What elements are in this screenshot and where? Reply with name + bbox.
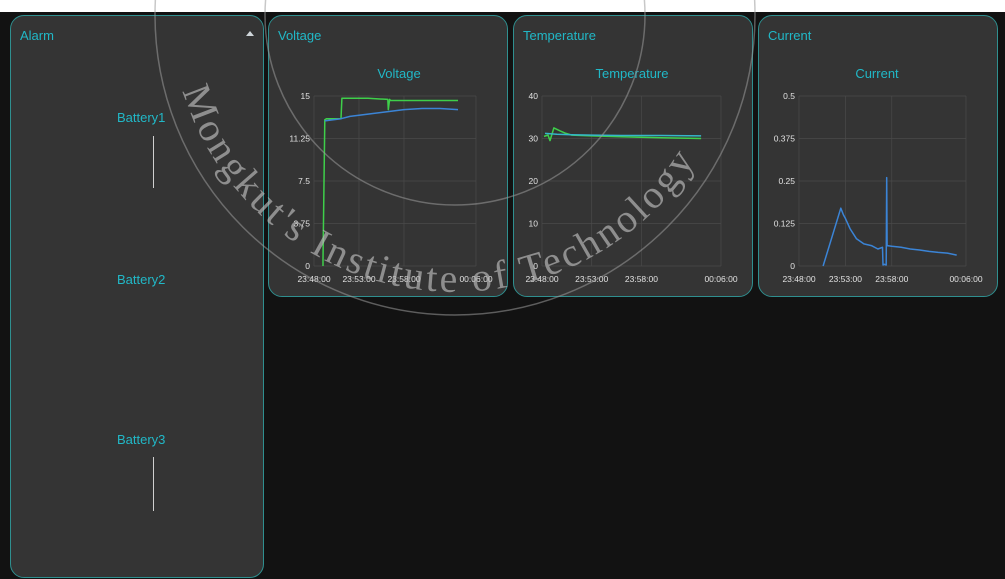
temperature-y-tick-label: 10 (529, 219, 539, 229)
current-y-tick-label: 0.125 (774, 219, 796, 229)
voltage-y-tick-label: 0 (305, 261, 310, 271)
temperature-x-tick-label: 23:58:00 (625, 274, 658, 284)
current-panel: Current Current 0 0.125 0.25 0.375 0.5 23:48:0… (758, 15, 998, 297)
current-chart-title: Current (855, 66, 899, 81)
voltage-x-tick-label: 23:48:00 (297, 274, 330, 284)
temperature-y-tick-label: 30 (529, 134, 539, 144)
voltage-series-line-2 (324, 107, 459, 122)
collapse-chevron-icon[interactable] (246, 31, 254, 36)
temperature-x-tick-label: 00:06:00 (704, 274, 737, 284)
battery1-indicator (153, 136, 154, 188)
voltage-y-tick-label: 3.75 (293, 219, 310, 229)
voltage-y-tick-label: 11.25 (289, 134, 310, 144)
temperature-y-tick-label: 20 (529, 176, 539, 186)
alarm-panel: Alarm Battery1 Battery2 Battery3 (10, 15, 264, 578)
voltage-y-tick-label: 15 (301, 91, 311, 101)
current-x-tick-label: 00:06:00 (949, 274, 982, 284)
voltage-panel: Voltage Voltage 0 3.75 7.5 11.25 15 23:48:00 23… (268, 15, 508, 297)
voltage-x-tick-label: 00:06:00 (459, 274, 492, 284)
temperature-x-tick-label: 23:53:00 (575, 274, 608, 284)
voltage-x-tick-label: 23:58:00 (387, 274, 420, 284)
top-strip (0, 0, 1005, 12)
temperature-panel: Temperature Temperature 0 10 20 30 40 23:48:00… (513, 15, 753, 297)
current-x-tick-label: 23:53:00 (829, 274, 862, 284)
battery3-label: Battery3 (117, 432, 166, 447)
temperature-chart-title: Temperature (596, 66, 669, 81)
current-panel-title: Current (768, 28, 812, 43)
current-y-tick-label: 0.375 (774, 134, 796, 144)
alarm-title: Alarm (20, 28, 54, 43)
current-x-tick-label: 23:48:00 (782, 274, 815, 284)
battery2-label: Battery2 (117, 272, 166, 287)
current-chart: Current 0 0.125 0.25 0.375 0.5 23:48:00 23:53:0… (774, 66, 983, 284)
temperature-y-tick-label: 0 (533, 261, 538, 271)
voltage-panel-title: Voltage (278, 28, 322, 43)
current-series-line-1 (822, 176, 957, 267)
current-x-tick-label: 23:58:00 (875, 274, 908, 284)
voltage-x-tick-label: 23:53:00 (342, 274, 375, 284)
current-y-tick-label: 0 (790, 261, 795, 271)
current-y-tick-label: 0.5 (783, 91, 795, 101)
temperature-x-tick-label: 23:48:00 (525, 274, 558, 284)
current-y-tick-label: 0.25 (778, 176, 795, 186)
voltage-y-tick-label: 7.5 (298, 176, 310, 186)
battery3-indicator (153, 457, 154, 511)
temperature-panel-title: Temperature (523, 28, 596, 43)
voltage-chart: Voltage 0 3.75 7.5 11.25 15 23:48:00 23:53:00 23… (289, 66, 492, 284)
battery1-label: Battery1 (117, 110, 166, 125)
temperature-y-tick-label: 40 (529, 91, 539, 101)
voltage-series-line-1 (322, 97, 458, 266)
voltage-chart-title: Voltage (377, 66, 420, 81)
temperature-chart: Temperature 0 10 20 30 40 23:48:00 23:53:00 23:5… (525, 66, 737, 284)
